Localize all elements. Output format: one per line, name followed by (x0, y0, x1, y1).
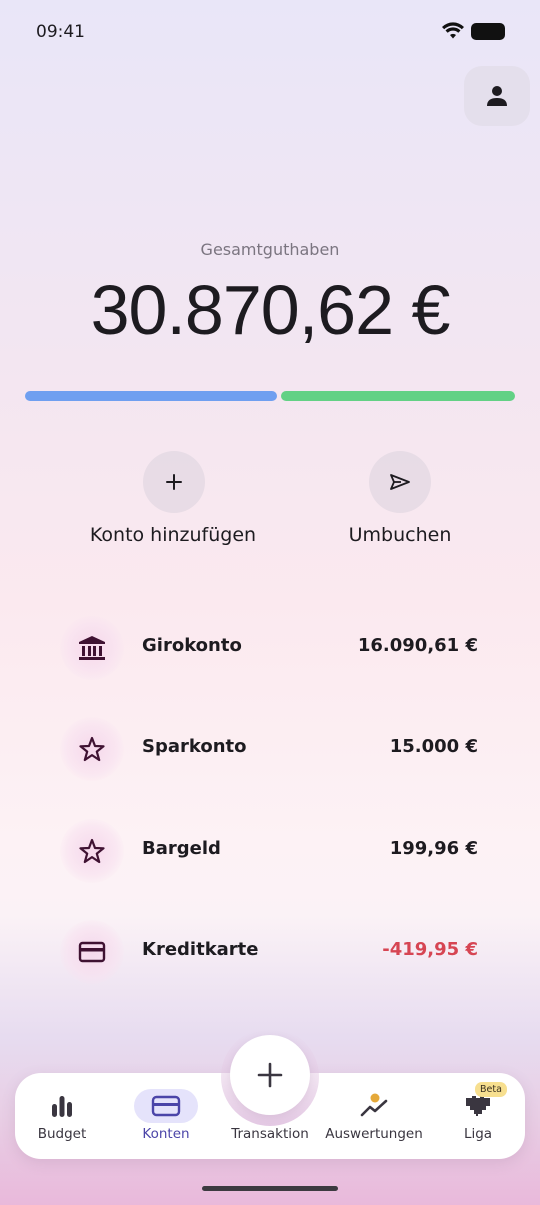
account-icon-wrapper (60, 819, 124, 883)
status-time: 09:41 (36, 22, 85, 42)
star-icon (79, 838, 105, 864)
credit-card-icon (151, 1095, 181, 1117)
nav-label: Transaktion (231, 1126, 309, 1142)
person-icon (487, 86, 507, 106)
heart-icon (466, 1096, 490, 1116)
wifi-icon (442, 22, 464, 39)
account-row-kreditkarte[interactable]: Kreditkarte -419,95 € (60, 920, 490, 990)
account-icon-wrapper (60, 717, 124, 781)
nav-label: Konten (142, 1126, 190, 1142)
nav-item-auswertungen[interactable]: Auswertungen (324, 1085, 424, 1145)
nav-icon-wrapper (342, 1089, 406, 1123)
add-account-label[interactable]: Konto hinzufügen (63, 524, 283, 546)
nav-label: Budget (37, 1126, 87, 1142)
account-name: Sparkonto (142, 736, 247, 757)
battery-icon (471, 23, 505, 40)
nav-item-budget[interactable]: Budget (12, 1085, 112, 1145)
transfer-button[interactable] (369, 451, 431, 513)
account-balance: -419,95 € (382, 939, 478, 960)
nav-label: Auswertungen (325, 1126, 423, 1142)
account-name: Girokonto (142, 635, 242, 656)
nav-item-transaktion[interactable]: Transaktion (220, 1085, 320, 1145)
account-balance: 16.090,61 € (357, 635, 478, 656)
balance-bar-green (281, 391, 515, 401)
bar-chart-icon (52, 1096, 72, 1117)
total-balance-label: Gesamtguthaben (200, 240, 340, 259)
trend-icon (360, 1093, 388, 1117)
account-row-sparkonto[interactable]: Sparkonto 15.000 € (60, 717, 490, 787)
account-balance: 15.000 € (389, 736, 478, 757)
account-balance: 199,96 € (389, 838, 478, 859)
add-account-button[interactable] (143, 451, 205, 513)
account-name: Bargeld (142, 838, 221, 859)
home-indicator (202, 1186, 338, 1191)
account-icon-wrapper (60, 920, 124, 984)
send-icon (390, 474, 410, 490)
nav-icon-wrapper (30, 1089, 94, 1123)
account-icon-wrapper (60, 616, 124, 680)
balance-bar-blue (25, 391, 277, 401)
plus-icon (166, 474, 182, 490)
total-balance-amount: 30.870,62 € (90, 271, 451, 349)
beta-badge: Beta (475, 1082, 507, 1097)
profile-button[interactable] (464, 66, 530, 126)
nav-item-konten[interactable]: Konten (116, 1085, 216, 1145)
bank-icon (79, 636, 105, 660)
nav-icon-wrapper (134, 1089, 198, 1123)
account-row-girokonto[interactable]: Girokonto 16.090,61 € (60, 616, 490, 686)
account-name: Kreditkarte (142, 939, 259, 960)
star-icon (79, 736, 105, 762)
nav-label: Liga (463, 1126, 493, 1142)
credit-card-icon (78, 941, 106, 963)
account-row-bargeld[interactable]: Bargeld 199,96 € (60, 819, 490, 889)
transfer-label[interactable]: Umbuchen (310, 524, 490, 546)
